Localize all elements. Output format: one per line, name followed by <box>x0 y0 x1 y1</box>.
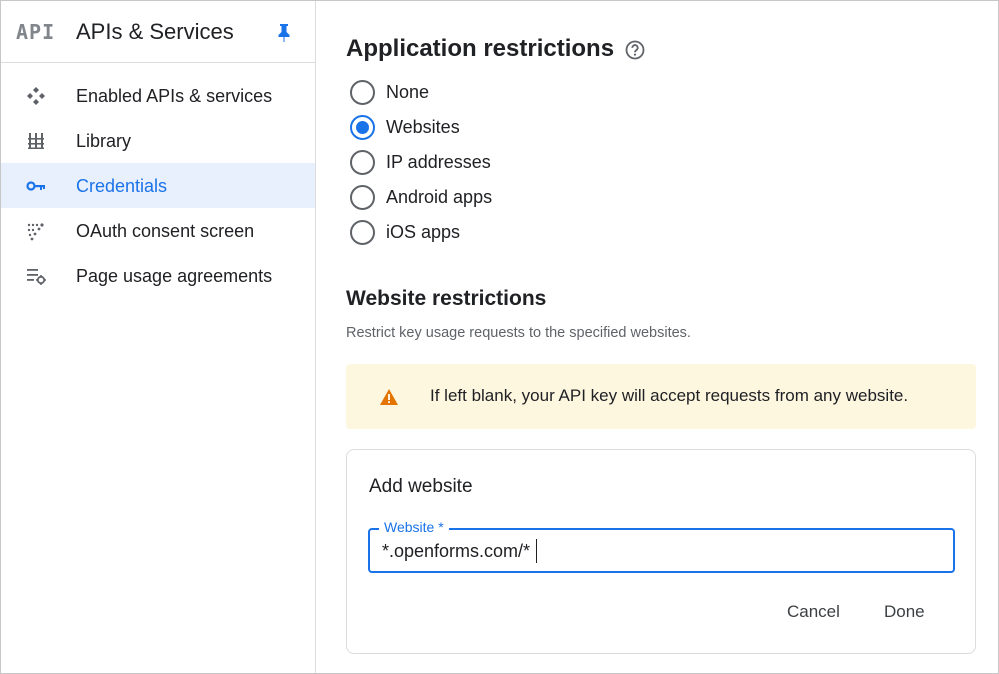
website-restrictions-heading: Website restrictions <box>346 287 547 310</box>
sidebar-nav: Enabled APIs & services Library Credenti… <box>1 73 315 298</box>
radio-label: iOS apps <box>386 222 461 242</box>
radio-button[interactable] <box>350 185 375 210</box>
pin-icon[interactable] <box>275 23 293 43</box>
oauth-icon <box>27 223 44 241</box>
sidebar-item-label: Page usage agreements <box>76 266 273 286</box>
help-icon[interactable] <box>624 39 646 61</box>
add-website-card: Add website Website * Cancel Done <box>346 449 976 654</box>
text-cursor <box>536 539 537 563</box>
sidebar-item-label: Enabled APIs & services <box>76 86 273 106</box>
sidebar-item-enabled-apis[interactable]: Enabled APIs & services <box>1 73 315 118</box>
main-content: Application restrictions None Websites I… <box>317 1 998 673</box>
website-restrictions-description: Restrict key usage requests to the speci… <box>346 325 691 341</box>
radio-label: Websites <box>386 117 460 137</box>
settings-list-icon <box>27 269 46 285</box>
radio-label: Android apps <box>386 187 493 207</box>
application-restrictions-heading: Application restrictions <box>346 35 615 62</box>
website-input[interactable] <box>382 538 942 564</box>
cancel-button[interactable]: Cancel <box>781 598 846 626</box>
radio-label: None <box>386 82 430 102</box>
sidebar-item-credentials[interactable]: Credentials <box>1 163 315 208</box>
sidebar-item-label: OAuth consent screen <box>76 221 255 241</box>
radio-button[interactable] <box>350 150 375 175</box>
library-icon <box>28 133 44 149</box>
add-website-title: Add website <box>369 476 473 497</box>
radio-button[interactable] <box>350 80 375 105</box>
website-field-label: Website * <box>379 519 449 535</box>
sidebar-title: APIs & Services <box>76 19 234 44</box>
sidebar-item-library[interactable]: Library <box>1 118 315 163</box>
warning-icon <box>380 389 398 405</box>
sidebar-header: API APIs & Services <box>1 1 315 63</box>
radio-option-none[interactable]: None <box>350 77 650 112</box>
radio-option-websites[interactable]: Websites <box>350 112 650 147</box>
sidebar-item-label: Library <box>76 131 132 151</box>
radio-option-ip-addresses[interactable]: IP addresses <box>350 147 650 182</box>
application-restrictions-radio-group: None Websites IP addresses Android apps … <box>350 77 650 252</box>
warning-banner: If left blank, your API key will accept … <box>346 364 976 429</box>
website-field[interactable]: Website * <box>368 519 955 573</box>
radio-option-ios-apps[interactable]: iOS apps <box>350 217 650 252</box>
sidebar-item-page-usage[interactable]: Page usage agreements <box>1 253 315 298</box>
radio-button-selected[interactable] <box>350 115 375 140</box>
sidebar-item-oauth-consent[interactable]: OAuth consent screen <box>1 208 315 253</box>
key-icon <box>26 181 45 191</box>
radio-label: IP addresses <box>386 152 491 172</box>
api-logo: API <box>16 20 56 44</box>
sidebar-item-label: Credentials <box>76 176 168 196</box>
warning-text: If left blank, your API key will accept … <box>430 386 909 405</box>
radio-button[interactable] <box>350 220 375 245</box>
radio-option-android-apps[interactable]: Android apps <box>350 182 650 217</box>
done-button[interactable]: Done <box>878 598 931 626</box>
enabled-apis-icon <box>27 87 45 105</box>
sidebar: API APIs & Services Enabled APIs & servi… <box>1 1 316 673</box>
